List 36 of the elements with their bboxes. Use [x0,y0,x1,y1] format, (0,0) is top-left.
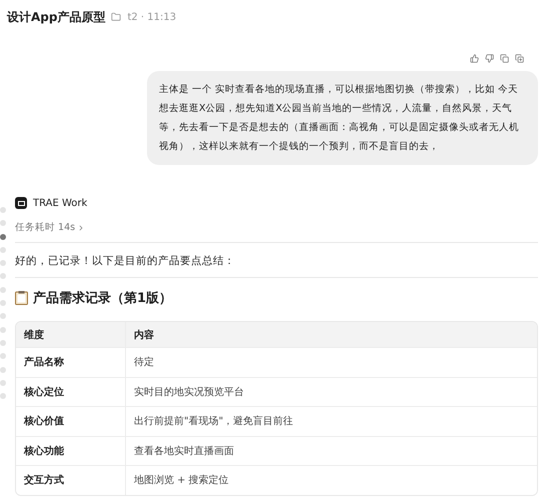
timeline-dot[interactable] [0,366,6,373]
table-cell-text: 出行前提前"看现场"，避免盲目前往 [133,414,294,430]
user-message: 主体是 一个 实时查看各地的现场直播，可以根据地图切换（带搜索），比如 今天想去逛逛X公园，想先知道X公园当前当地的一些情况，人流量，自然风景，天气等，先去看一下是否是想去的（直播画面：高视角，可以是固定摄像头或者无人机视角），这样以来就有一个提钱的一个预判，而不是盲目的去， [147,71,538,165]
timeline-dot[interactable] [0,300,6,306]
column-header: 内容 [133,328,155,342]
folder-icon [111,12,122,22]
timeline-dot[interactable] [0,393,6,400]
agent-logo-icon [15,197,27,209]
timeline-dot[interactable] [0,220,6,226]
clipboard-icon [15,291,28,305]
agent-name: TRAE Work [33,198,88,208]
reply-intro: 好的，已记录！以下是目前的产品要点总结： [15,254,236,269]
table-cell-text: 查看各地实时直播画面 [133,444,235,459]
duplicate-icon[interactable] [515,54,524,63]
copy-icon[interactable] [500,54,509,63]
timeline-dot[interactable] [0,260,6,266]
timeline-dot[interactable] [0,273,6,280]
thumbs-down-icon[interactable] [485,54,494,63]
chat-title: 设计App产品原型 [7,8,106,26]
table-cell-text: 待定 [133,356,155,370]
table-cell: 交互方式 [16,466,126,494]
timeline-dot[interactable] [0,286,6,293]
section-heading: 产品需求记录（第1版） [33,290,172,307]
thumbs-up-icon[interactable] [470,54,479,63]
timeline-dot[interactable] [0,353,6,360]
project-meta: t2 · 11:13 [127,12,176,22]
timeline-dot[interactable] [0,234,6,240]
timeline-dot[interactable] [0,340,6,346]
table-cell-text: 地图浏览 + 搜索定位 [133,474,230,488]
timeline-dot[interactable] [0,313,6,320]
timeline-dot[interactable] [0,326,6,333]
task-duration[interactable]: 任务耗时 14s [15,221,86,234]
timeline-dot[interactable] [0,207,6,213]
timeline-dot[interactable] [0,246,6,253]
timeline-dot[interactable] [0,380,6,386]
table-cell-text: 实时目的地实况预览平台 [133,386,245,400]
